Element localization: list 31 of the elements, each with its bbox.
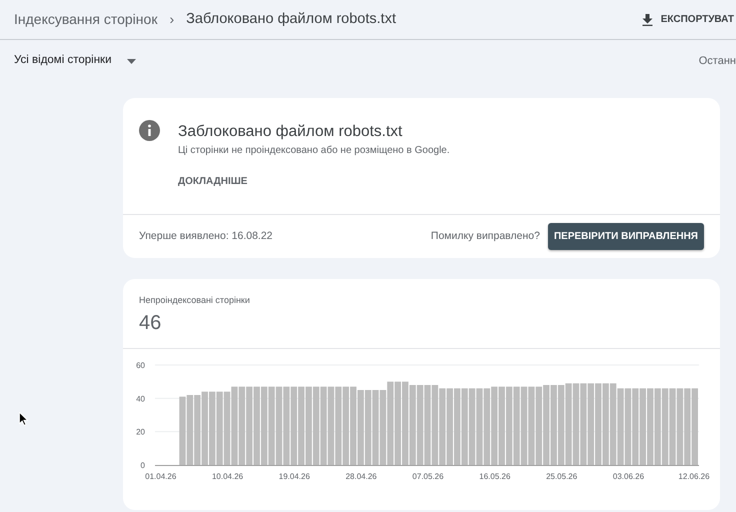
pages-filter-dropdown[interactable]: Усі відомі сторінки [14,52,136,70]
export-button[interactable]: ЕКСПОРТУВАТ [642,12,736,27]
page-title: Заблоковано файлом robots.txt [186,10,396,29]
x-axis-label: 25.05.26 [546,472,578,481]
cursor-icon [19,412,28,426]
info-icon [139,120,160,141]
x-axis-label: 16.05.26 [479,472,510,481]
date-range-label: Останн [698,54,736,69]
x-axis-label: 28.04.26 [346,472,377,481]
x-axis-label: 12.06.26 [678,472,710,481]
breadcrumb-link[interactable]: Індексування сторінок [14,9,158,30]
x-axis-label: 19.04.26 [278,472,310,481]
y-axis-label: 0 [140,460,145,470]
x-axis-label: 03.06.26 [612,472,644,481]
download-icon [642,14,653,26]
y-axis-label: 20 [136,427,145,436]
validate-fix-button[interactable]: ПЕРЕВІРИТИ ВИПРАВЛЕННЯ [548,223,704,250]
first-detected-text: Уперше виявлено: 16.08.22 [139,228,273,244]
x-axis-label: 10.04.26 [212,472,244,481]
y-axis-label: 40 [136,394,145,404]
chart-label: Непроіндексовані сторінки [139,294,251,308]
fixed-question-text: Помилку виправлено? [430,228,540,244]
learn-more-link[interactable]: ДОКЛАДНІШЕ [178,174,248,190]
x-axis-label: 07.05.26 [412,472,444,481]
issue-title: Заблоковано файлом robots.txt [178,122,404,142]
y-axis-label: 60 [136,360,145,370]
x-axis-label: 01.04.26 [145,472,176,481]
caret-icon [126,58,136,64]
issue-description: Ці сторінки не проіндексовано або не розміщено в Google. [178,144,450,158]
chevron-separator: › [169,10,174,29]
page-count: 46 [139,310,162,336]
